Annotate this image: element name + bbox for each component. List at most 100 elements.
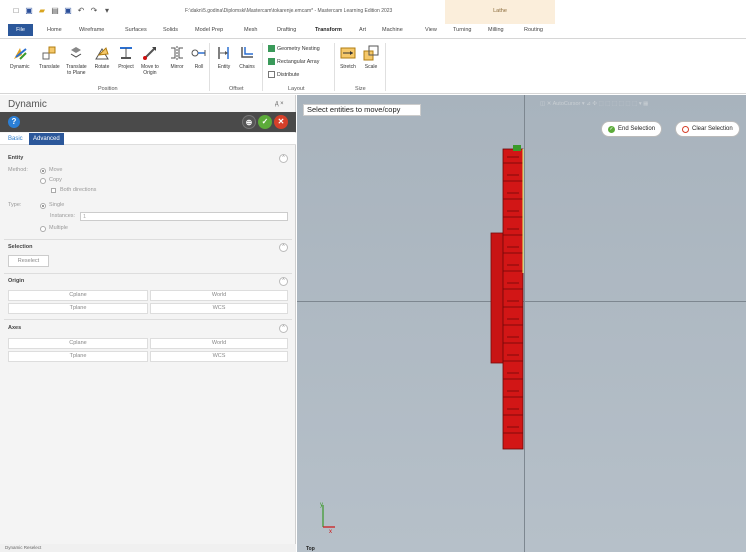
origin-wcs-button[interactable]: WCS (150, 303, 288, 314)
move-label: Move (49, 167, 63, 173)
ribbon-separator (262, 43, 263, 91)
tab-file[interactable]: File (8, 24, 33, 36)
multiple-radio[interactable] (40, 226, 46, 232)
save-icon[interactable]: ▣ (25, 7, 33, 15)
selection-section-header: Selection (8, 244, 33, 250)
copy-radio[interactable] (40, 178, 46, 184)
print-icon[interactable]: ▤ (51, 7, 59, 15)
offset-entity-button[interactable]: Entity (216, 45, 232, 70)
translate-icon (41, 45, 57, 61)
group-label-offset: Offset (229, 86, 244, 92)
tab-surfaces[interactable]: Surfaces (125, 27, 147, 33)
both-directions-checkbox[interactable] (51, 188, 56, 193)
roll-button[interactable]: Roll (191, 45, 207, 70)
entity-collapse-icon[interactable]: ⌃ (279, 154, 288, 163)
clear-selection-button[interactable]: Clear Selection (675, 121, 740, 137)
section-divider (4, 239, 292, 240)
selection-prompt: Select entities to move/copy (303, 104, 421, 116)
single-radio[interactable] (40, 203, 46, 209)
instances-label: Instances: (50, 213, 76, 219)
axis-y-label: y (320, 502, 323, 508)
rotate-icon (94, 45, 110, 61)
ribbon-separator (209, 43, 210, 91)
tab-art[interactable]: Art (359, 27, 366, 33)
scale-icon (363, 45, 379, 61)
stretch-icon (340, 45, 356, 61)
window-title: F:\dakn\5.godina\Diplomski\Mastercam\tok… (185, 8, 393, 14)
tab-turning[interactable]: Turning (453, 27, 471, 33)
autocursor-toolbar[interactable]: ◫ ✕ AutoCursor ▾ ⊿ ✣ ⬚ ⬚ ⬚ ⬚ ⬚ ⬚ ▾ ▦ (540, 101, 648, 107)
tab-routing[interactable]: Routing (524, 27, 543, 33)
group-label-layout: Layout (288, 86, 305, 92)
part-geometry[interactable] (487, 143, 537, 455)
end-selection-button[interactable]: ✓ End Selection (601, 121, 663, 137)
tab-basic[interactable]: Basic (8, 136, 23, 142)
tab-wireframe[interactable]: Wireframe (79, 27, 104, 33)
scale-button[interactable]: Scale (363, 45, 379, 70)
open-folder-icon[interactable]: ▰ (38, 7, 46, 15)
group-label-size: Size (355, 86, 366, 92)
section-divider (4, 319, 292, 320)
tab-view[interactable]: View (425, 27, 437, 33)
tab-advanced[interactable]: Advanced (29, 133, 64, 145)
selection-collapse-icon[interactable]: ⌃ (279, 243, 288, 252)
rectangular-array-button[interactable]: Rectangular Array (268, 58, 319, 65)
quick-access-toolbar: □ ▣ ▰ ▤ ▣ ↶ ↷ ▾ (12, 7, 111, 15)
rotate-button[interactable]: Rotate (94, 45, 110, 70)
instances-field[interactable]: 1 (80, 212, 288, 221)
offset-chains-button[interactable]: Chains (239, 45, 255, 70)
move-to-origin-button[interactable]: Move to Origin (141, 45, 159, 76)
cancel-icon[interactable]: ✕ (274, 115, 288, 129)
axes-world-button[interactable]: World (150, 338, 288, 349)
axes-tplane-button[interactable]: Tplane (8, 351, 148, 362)
tab-solids[interactable]: Solids (163, 27, 178, 33)
axes-cplane-button[interactable]: Cplane (8, 338, 148, 349)
axes-section-header: Axes (8, 325, 22, 331)
mirror-icon (169, 45, 185, 61)
project-button[interactable]: Project (118, 45, 134, 70)
origin-cplane-button[interactable]: Cplane (8, 290, 148, 301)
tab-transform[interactable]: Transform (315, 27, 342, 33)
ok-icon[interactable]: ✓ (258, 115, 272, 129)
tab-drafting[interactable]: Drafting (277, 27, 296, 33)
new-file-icon[interactable]: □ (12, 7, 20, 15)
redo-icon[interactable]: ↷ (90, 7, 98, 15)
origin-collapse-icon[interactable]: ⌃ (279, 277, 288, 286)
offset-entity-icon (216, 45, 232, 61)
tab-machine[interactable]: Machine (382, 27, 403, 33)
apply-icon[interactable]: ⊕ (242, 115, 256, 129)
tab-model-prep[interactable]: Model Prep (195, 27, 223, 33)
distribute-icon (268, 71, 275, 78)
title-bar: □ ▣ ▰ ▤ ▣ ↶ ↷ ▾ F:\dakn\5.godina\Diploms… (0, 0, 746, 22)
translate-to-plane-button[interactable]: Translate to Plane (66, 45, 87, 76)
help-icon[interactable]: ? (8, 116, 20, 128)
offset-chains-icon (239, 45, 255, 61)
lathe-context-strip: Lathe (445, 0, 555, 24)
axes-collapse-icon[interactable]: ⌃ (279, 324, 288, 333)
distribute-button[interactable]: Distribute (268, 71, 299, 78)
geometry-nesting-button[interactable]: Geometry Nesting (268, 45, 320, 52)
axis-x-label: x (329, 529, 332, 535)
origin-world-button[interactable]: World (150, 290, 288, 301)
panel-pin-close[interactable]: д × (275, 101, 284, 107)
customize-dropdown-icon[interactable]: ▾ (103, 7, 111, 15)
translate-button[interactable]: Translate (39, 45, 60, 70)
menu-bar: File Home Wireframe Surfaces Solids Mode… (0, 24, 746, 38)
roll-icon (191, 45, 207, 61)
tab-milling[interactable]: Milling (488, 27, 504, 33)
tab-home[interactable]: Home (47, 27, 62, 33)
origin-tplane-button[interactable]: Tplane (8, 303, 148, 314)
entity-section-header: Entity (8, 155, 24, 161)
graphics-viewport[interactable]: Select entities to move/copy ◫ ✕ AutoCur… (297, 95, 746, 552)
tab-mesh[interactable]: Mesh (244, 27, 257, 33)
mirror-button[interactable]: Mirror (169, 45, 185, 70)
reselect-button[interactable]: Reselect (8, 255, 49, 267)
save-as-icon[interactable]: ▣ (64, 7, 72, 15)
stretch-button[interactable]: Stretch (340, 45, 356, 70)
dynamic-button[interactable]: Dynamic (10, 45, 29, 70)
undo-icon[interactable]: ↶ (77, 7, 85, 15)
axes-wcs-button[interactable]: WCS (150, 351, 288, 362)
move-radio[interactable] (40, 168, 46, 174)
panel-tabs: Basic Advanced (0, 133, 296, 145)
clear-icon (682, 125, 689, 133)
